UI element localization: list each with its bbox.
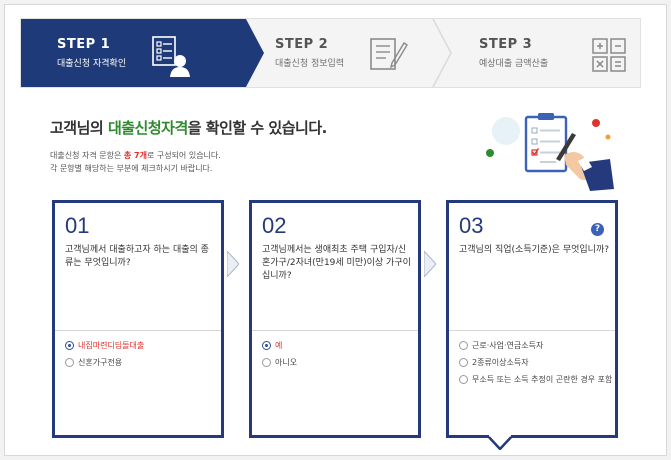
- radio-icon: [459, 341, 468, 350]
- step-2-chevron: [432, 19, 452, 87]
- question-text: 고객님의 직업(소득기준)은 무엇입니까?: [459, 245, 610, 255]
- radio-option-no-income[interactable]: 무소득 또는 소득 추정이 곤란한 경우 포함: [459, 374, 615, 385]
- step-1-active: STEP 1 대출신청 자격확인: [21, 19, 246, 87]
- question-card-01: 01 고객님께서 대출하고자 하는 대출의 종류는 무엇입니까? 내집마련디딤돌…: [52, 200, 224, 438]
- answer-options: 근로·사업·연금소득자 2종류이상소득자 무소득 또는 소득 추정이 곤란한 경…: [459, 340, 615, 391]
- step-1-arrow: [246, 19, 264, 87]
- step-label: 대출신청 정보입력: [275, 59, 345, 69]
- radio-icon: [459, 375, 468, 384]
- card-divider: [252, 330, 418, 331]
- radio-icon: [262, 341, 271, 350]
- question-number: 03: [459, 213, 484, 238]
- radio-icon: [65, 341, 74, 350]
- radio-option-yes[interactable]: 예: [262, 340, 418, 351]
- headline-highlight: 대출신청자격: [107, 119, 188, 137]
- radio-option-homebuy-loan[interactable]: 내집마련디딤돌대출: [65, 340, 221, 351]
- answer-options: 예 아니오: [262, 340, 418, 374]
- page-headline: 고객님의 대출신청자격을 확인할 수 있습니다.: [50, 119, 327, 137]
- question-text: 고객님께서는 생애최초 주택 구입자/신혼가구/2자녀(만19세 미만)이상 가…: [262, 245, 411, 281]
- card-divider: [55, 330, 221, 331]
- chevron-right-icon: [424, 251, 436, 277]
- help-icon[interactable]: ?: [591, 223, 604, 236]
- calculator-icon: [592, 38, 626, 72]
- radio-icon: [459, 358, 468, 367]
- step-number: STEP 3: [479, 37, 533, 52]
- radio-icon: [262, 358, 271, 367]
- chevron-right-icon: [227, 251, 239, 277]
- card-divider: [449, 330, 615, 331]
- step-3: STEP 3 예상대출 금액산출: [473, 19, 641, 87]
- step-progress-bar: STEP 1 대출신청 자격확인 STEP 2 대출신청 정보입력 STEP 3…: [20, 18, 641, 88]
- question-count: 총 7개: [123, 151, 147, 160]
- form-pencil-icon: [370, 38, 408, 70]
- chevron-down-icon: [487, 435, 513, 450]
- radio-option-multiple-income[interactable]: 2종류이상소득자: [459, 357, 615, 368]
- radio-icon: [65, 358, 74, 367]
- answer-options: 내집마련디딤돌대출 신혼가구전용: [65, 340, 221, 374]
- question-number: 01: [65, 213, 90, 238]
- step-label: 대출신청 자격확인: [57, 59, 127, 69]
- question-card-02: 02 고객님께서는 생애최초 주택 구입자/신혼가구/2자녀(만19세 미만)이…: [249, 200, 421, 438]
- checklist-illustration: [486, 113, 614, 191]
- step-number: STEP 2: [275, 37, 329, 52]
- radio-option-wage-business-pension[interactable]: 근로·사업·연금소득자: [459, 340, 615, 351]
- checklist-person-icon: [152, 36, 190, 77]
- instruction-text: 대출신청 자격 문항은 총 7개로 구성되어 있습니다. 각 문항별 해당하는 …: [50, 151, 221, 173]
- radio-option-no[interactable]: 아니오: [262, 357, 418, 368]
- question-text: 고객님께서 대출하고자 하는 대출의 종류는 무엇입니까?: [65, 245, 209, 268]
- step-label: 예상대출 금액산출: [479, 59, 549, 69]
- step-number: STEP 1: [57, 37, 111, 52]
- radio-option-newlywed[interactable]: 신혼가구전용: [65, 357, 221, 368]
- question-number: 02: [262, 213, 287, 238]
- question-card-03: 03 ? 고객님의 직업(소득기준)은 무엇입니까? 근로·사업·연금소득자 2…: [446, 200, 618, 438]
